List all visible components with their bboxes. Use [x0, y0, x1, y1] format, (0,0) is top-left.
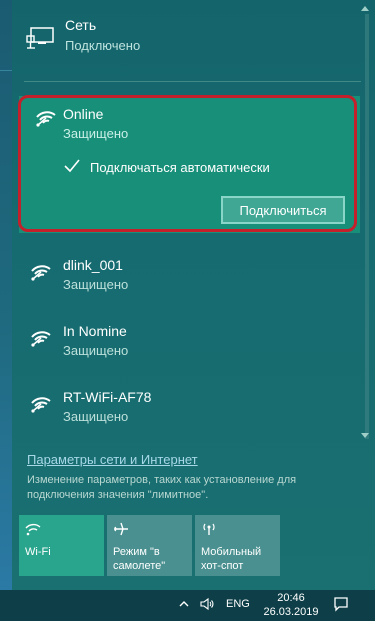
network-flyout: Сеть Подключено Online Защищено Подключа… — [12, 0, 375, 590]
language-indicator[interactable]: ENG — [226, 598, 250, 610]
airplane-mode-tile[interactable]: Режим "в самолете" — [107, 515, 192, 576]
divider — [24, 81, 361, 82]
wifi-name: RT-WiFi-AF78 — [63, 389, 152, 405]
wifi-signal-icon — [31, 331, 51, 347]
wifi-item[interactable]: dlink_001 Защищено — [12, 250, 361, 306]
wifi-item[interactable]: In Nomine Защищено — [12, 316, 361, 372]
wifi-status: Защищено — [63, 277, 129, 292]
time: 20:46 — [277, 592, 305, 604]
ethernet-icon — [26, 27, 54, 49]
scrollbar[interactable] — [365, 14, 369, 439]
wifi-icon — [25, 523, 41, 536]
highlight-outline — [18, 95, 357, 232]
settings-description: Изменение параметров, таких как установл… — [27, 474, 297, 501]
wifi-name: dlink_001 — [63, 257, 123, 273]
wifi-name: In Nomine — [63, 323, 127, 339]
desktop-background — [0, 0, 12, 590]
hotspot-icon — [203, 523, 215, 535]
clock[interactable]: 20:46 26.03.2019 — [262, 591, 320, 619]
network-settings-link[interactable]: Параметры сети и Интернет — [27, 452, 198, 467]
network-status: Подключено — [65, 38, 141, 53]
wifi-status: Защищено — [63, 409, 129, 424]
wifi-signal-icon — [31, 397, 51, 413]
taskbar: ENG 20:46 26.03.2019 — [0, 590, 375, 621]
wifi-item[interactable]: RT-WiFi-AF78 Защищено — [12, 382, 361, 438]
tile-label: Режим "в самолете" — [113, 546, 166, 572]
airplane-icon — [114, 522, 128, 536]
mobile-hotspot-tile[interactable]: Мобильный хот-спот — [195, 515, 280, 576]
tile-label: Мобильный хот-спот — [201, 546, 262, 572]
wifi-status: Защищено — [63, 343, 129, 358]
wifi-signal-icon — [31, 265, 51, 281]
notification-icon[interactable] — [333, 596, 349, 612]
wired-network-item[interactable]: Сеть Подключено — [12, 0, 361, 70]
date: 26.03.2019 — [263, 606, 319, 618]
wifi-toggle-tile[interactable]: Wi-Fi — [19, 515, 104, 576]
scroll-up-arrow[interactable] — [361, 6, 369, 11]
tile-label: Wi-Fi — [25, 546, 51, 558]
network-title: Сеть — [65, 17, 97, 33]
chevron-up-icon[interactable] — [179, 599, 189, 609]
scroll-down-arrow[interactable] — [361, 433, 369, 438]
volume-icon[interactable] — [200, 597, 214, 611]
